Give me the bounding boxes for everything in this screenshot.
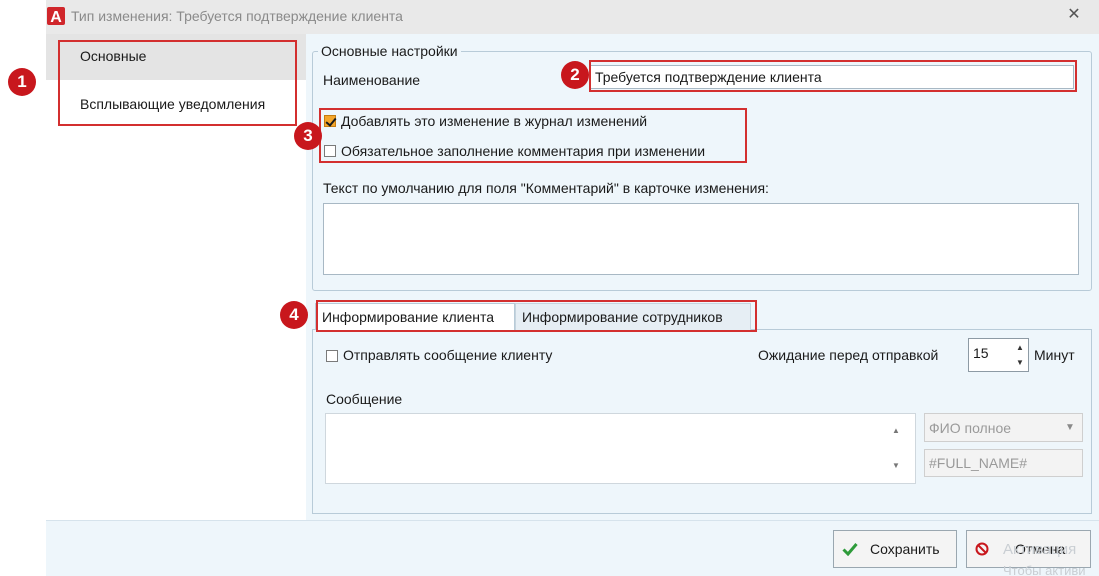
stepper-up-icon[interactable]: ▲ <box>1016 344 1024 352</box>
message-label: Сообщение <box>326 391 403 407</box>
cancel-icon <box>975 542 989 556</box>
callout-badge-4: 4 <box>280 301 308 329</box>
save-button[interactable]: Сохранить <box>833 530 957 568</box>
field-select[interactable]: ФИО полное ▼ <box>924 413 1083 442</box>
scroll-up-icon[interactable]: ▲ <box>892 426 900 435</box>
app-logo-letter: A <box>50 9 62 25</box>
callout-badge-2: 2 <box>561 61 589 89</box>
wait-label: Ожидание перед отправкой <box>758 347 939 363</box>
wait-stepper[interactable]: 15 ▲ ▼ <box>968 338 1029 372</box>
app-logo-icon: A <box>47 7 65 25</box>
default-comment-textarea[interactable] <box>323 203 1079 275</box>
message-textarea[interactable]: ▲ ▼ <box>325 413 916 484</box>
check-icon <box>842 543 858 556</box>
callout-badge-1: 1 <box>8 68 36 96</box>
field-select-value: ФИО полное <box>929 420 1012 436</box>
watermark-line-1: Активация <box>1003 541 1077 558</box>
field-code-input[interactable]: #FULL_NAME# <box>924 449 1083 477</box>
main-settings-group-title: Основные настройки <box>318 43 461 59</box>
send-message-label: Отправлять сообщение клиенту <box>343 347 553 363</box>
chevron-down-icon: ▼ <box>1065 422 1075 433</box>
close-button[interactable]: ✕ <box>1062 4 1086 26</box>
stepper-down-icon[interactable]: ▼ <box>1016 359 1024 367</box>
scroll-down-icon[interactable]: ▼ <box>892 461 900 470</box>
callout-box-name <box>589 60 1077 92</box>
save-button-label: Сохранить <box>870 541 940 557</box>
window-title: Тип изменения: Требуется подтверждение к… <box>71 8 403 24</box>
callout-box-tabs <box>316 300 757 332</box>
wait-unit-label: Минут <box>1034 347 1075 363</box>
watermark-line-2: Чтобы активи <box>1003 563 1086 576</box>
send-message-checkbox[interactable] <box>326 350 338 362</box>
default-comment-label: Текст по умолчанию для поля "Комментарий… <box>323 180 769 196</box>
wait-value: 15 <box>973 345 989 361</box>
callout-box-sidebar <box>58 40 297 126</box>
name-label: Наименование <box>323 72 421 88</box>
callout-box-checkboxes <box>319 108 747 163</box>
callout-badge-3: 3 <box>294 122 322 150</box>
